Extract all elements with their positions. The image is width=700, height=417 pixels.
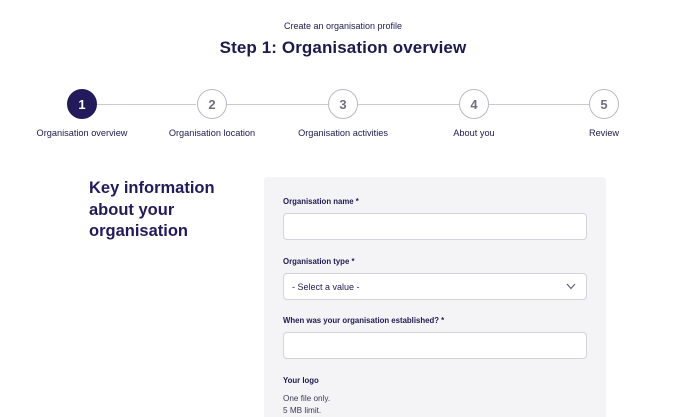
- page-supertitle: Create an organisation profile: [283, 21, 403, 31]
- step-1-indicator[interactable]: 1: [67, 89, 97, 119]
- logo-help-size: 5 MB limit.: [283, 406, 322, 415]
- step-connector: [489, 104, 589, 105]
- step-5-indicator[interactable]: 5: [589, 89, 619, 119]
- step-2-label: Organisation location: [168, 128, 256, 138]
- step-4-indicator[interactable]: 4: [459, 89, 489, 119]
- step-4-label: About you: [453, 128, 495, 138]
- logo-help-files: One file only.: [283, 394, 331, 403]
- org-type-select[interactable]: - Select a value -: [283, 273, 587, 300]
- chevron-down-icon: [566, 283, 576, 290]
- step-connector: [97, 104, 196, 105]
- step-connector: [227, 104, 328, 105]
- org-type-label: Organisation type *: [283, 257, 355, 266]
- org-name-label: Organisation name *: [283, 197, 359, 206]
- section-heading: Key information about your organisation: [89, 179, 215, 240]
- step-2-indicator[interactable]: 2: [197, 89, 227, 119]
- step-connector: [358, 104, 459, 105]
- page-title: Step 1: Organisation overview: [219, 38, 467, 57]
- org-name-input[interactable]: [283, 213, 587, 240]
- page: Create an organisation profile Step 1: O…: [0, 0, 700, 417]
- step-1-label: Organisation overview: [36, 128, 128, 138]
- org-type-selected-value: - Select a value -: [292, 281, 360, 292]
- established-label: When was your organisation established? …: [283, 316, 445, 325]
- step-5-label: Review: [588, 128, 620, 138]
- logo-label: Your logo: [283, 376, 319, 385]
- step-3-indicator[interactable]: 3: [328, 89, 358, 119]
- established-input[interactable]: [283, 332, 587, 359]
- step-3-label: Organisation activities: [298, 128, 388, 138]
